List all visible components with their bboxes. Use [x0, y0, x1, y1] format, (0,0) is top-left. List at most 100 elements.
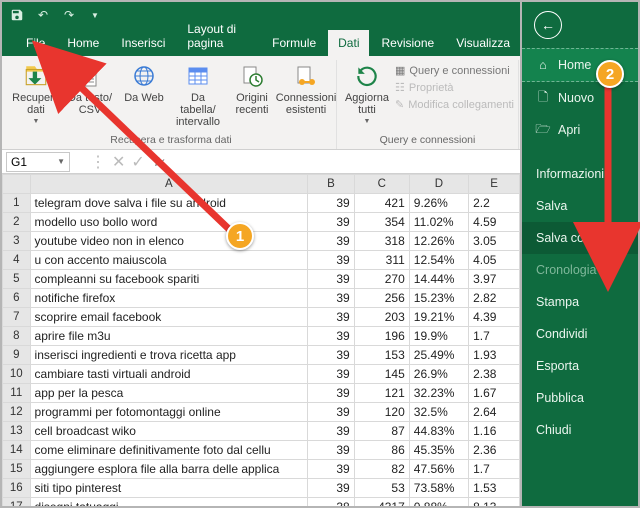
table-row[interactable]: 9inserisci ingredienti e trova ricetta a…	[3, 346, 520, 365]
row-header[interactable]: 17	[3, 498, 31, 508]
tab-file[interactable]: File	[16, 30, 55, 56]
cell[interactable]: 3.97	[469, 270, 520, 289]
table-row[interactable]: 6notifiche firefox3925615.23%2.82	[3, 289, 520, 308]
cell[interactable]: compleanni su facebook spariti	[30, 270, 308, 289]
tab-home[interactable]: Home	[57, 30, 109, 56]
backstage-new[interactable]: 🗋 Nuovo	[522, 82, 638, 114]
get-data-button[interactable]: Recupera dati ▼	[10, 60, 62, 126]
cell[interactable]: 39	[308, 213, 355, 232]
cell[interactable]: 196	[354, 327, 409, 346]
edit-links-button[interactable]: ✎ Modifica collegamenti	[395, 98, 514, 111]
row-header[interactable]: 2	[3, 213, 31, 232]
table-row[interactable]: 11app per la pesca3912132.23%1.67	[3, 384, 520, 403]
cell[interactable]: programmi per fotomontaggi online	[30, 403, 308, 422]
cell[interactable]: 12.26%	[409, 232, 468, 251]
undo-icon[interactable]: ↶	[34, 6, 52, 24]
table-row[interactable]: 10cambiare tasti virtuali android3914526…	[3, 365, 520, 384]
table-row[interactable]: 14come eliminare definitivamente foto da…	[3, 441, 520, 460]
cell[interactable]: 39	[308, 460, 355, 479]
cell[interactable]: aggiungere esplora file alla barra delle…	[30, 460, 308, 479]
backstage-back-button[interactable]: ←	[522, 2, 638, 48]
cell[interactable]: 4.39	[469, 308, 520, 327]
cell[interactable]: 2.36	[469, 441, 520, 460]
row-header[interactable]: 4	[3, 251, 31, 270]
cell[interactable]: 4317	[354, 498, 409, 508]
cell[interactable]: 9.26%	[409, 194, 468, 213]
cell[interactable]: 2.38	[469, 365, 520, 384]
row-header[interactable]: 16	[3, 479, 31, 498]
cell[interactable]: cell broadcast wiko	[30, 422, 308, 441]
table-row[interactable]: 16siti tipo pinterest395373.58%1.53	[3, 479, 520, 498]
cell[interactable]: notifiche firefox	[30, 289, 308, 308]
fx-label[interactable]: fx	[155, 155, 164, 169]
backstage-export[interactable]: Esporta	[522, 350, 638, 382]
table-row[interactable]: 12programmi per fotomontaggi online39120…	[3, 403, 520, 422]
row-header[interactable]: 3	[3, 232, 31, 251]
cell[interactable]: 256	[354, 289, 409, 308]
cell[interactable]: 153	[354, 346, 409, 365]
chevron-down-icon[interactable]: ▼	[57, 157, 65, 166]
cell[interactable]: 19.21%	[409, 308, 468, 327]
cell[interactable]: 2.64	[469, 403, 520, 422]
backstage-save[interactable]: Salva	[522, 190, 638, 222]
cell[interactable]: 44.83%	[409, 422, 468, 441]
cell[interactable]: 318	[354, 232, 409, 251]
cell[interactable]: 1.16	[469, 422, 520, 441]
cell[interactable]: 1.7	[469, 327, 520, 346]
cell[interactable]: 39	[308, 327, 355, 346]
cell[interactable]: 26.9%	[409, 365, 468, 384]
cell[interactable]: 39	[308, 289, 355, 308]
table-row[interactable]: 2modello uso bollo word3935411.02%4.59	[3, 213, 520, 232]
spreadsheet-grid[interactable]: A B C D E 1telegram dove salva i file su…	[2, 174, 520, 508]
cell[interactable]: 354	[354, 213, 409, 232]
cell[interactable]: 2.2	[469, 194, 520, 213]
cell[interactable]: telegram dove salva i file su android	[30, 194, 308, 213]
cell[interactable]: 39	[308, 365, 355, 384]
cell[interactable]: come eliminare definitivamente foto dal …	[30, 441, 308, 460]
col-header-D[interactable]: D	[409, 175, 468, 194]
cell[interactable]: 39	[308, 270, 355, 289]
from-web-button[interactable]: Da Web	[118, 60, 170, 104]
row-header[interactable]: 10	[3, 365, 31, 384]
cell[interactable]: 39	[308, 441, 355, 460]
cell[interactable]: cambiare tasti virtuali android	[30, 365, 308, 384]
row-header[interactable]: 13	[3, 422, 31, 441]
cell[interactable]: 19.9%	[409, 327, 468, 346]
cell[interactable]: 0.88%	[409, 498, 468, 508]
table-row[interactable]: 1telegram dove salva i file su android39…	[3, 194, 520, 213]
backstage-open[interactable]: 🗁 Apri	[522, 114, 638, 146]
table-row[interactable]: 5compleanni su facebook spariti3927014.4…	[3, 270, 520, 289]
col-header-B[interactable]: B	[308, 175, 355, 194]
tab-formulas[interactable]: Formule	[262, 30, 326, 56]
cell[interactable]: 38	[308, 498, 355, 508]
cell[interactable]: aprire file m3u	[30, 327, 308, 346]
cell[interactable]: 39	[308, 384, 355, 403]
backstage-publish[interactable]: Pubblica	[522, 382, 638, 414]
cell[interactable]: 270	[354, 270, 409, 289]
cell[interactable]: 39	[308, 232, 355, 251]
qat-customize-icon[interactable]: ▼	[86, 6, 104, 24]
tab-insert[interactable]: Inserisci	[111, 30, 175, 56]
table-row[interactable]: 3youtube video non in elenco3931812.26%3…	[3, 232, 520, 251]
row-header[interactable]: 12	[3, 403, 31, 422]
backstage-print[interactable]: Stampa	[522, 286, 638, 318]
cell[interactable]: inserisci ingredienti e trova ricetta ap…	[30, 346, 308, 365]
cell[interactable]: 1.53	[469, 479, 520, 498]
col-header-A[interactable]: A	[30, 175, 308, 194]
cell[interactable]: 2.82	[469, 289, 520, 308]
col-header-E[interactable]: E	[469, 175, 520, 194]
cell[interactable]: 39	[308, 422, 355, 441]
row-header[interactable]: 8	[3, 327, 31, 346]
cell[interactable]: 3.05	[469, 232, 520, 251]
cell[interactable]: 32.23%	[409, 384, 468, 403]
properties-button[interactable]: ☷ Proprietà	[395, 81, 514, 94]
tab-data[interactable]: Dati	[328, 30, 369, 56]
cell[interactable]: 8.13	[469, 498, 520, 508]
cell[interactable]: 14.44%	[409, 270, 468, 289]
cell[interactable]: 39	[308, 479, 355, 498]
row-header[interactable]: 1	[3, 194, 31, 213]
queries-connections-button[interactable]: ▦ Query e connessioni	[395, 64, 514, 77]
cell[interactable]: 145	[354, 365, 409, 384]
cell[interactable]: 421	[354, 194, 409, 213]
cell[interactable]: 39	[308, 194, 355, 213]
